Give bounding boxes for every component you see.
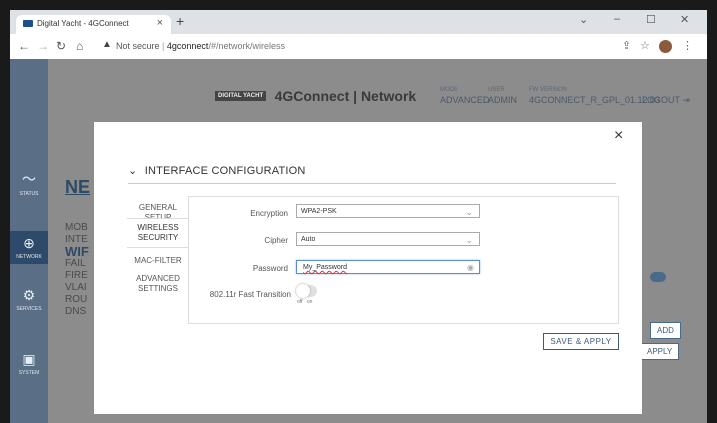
sidebar: 〜 STATUS ⊕ NETWORK ⚙ SERVICES ▣ SYSTEM <box>10 59 48 423</box>
password-label: Password <box>252 264 288 273</box>
background-apply-button: APPLY <box>640 343 680 360</box>
reload-icon[interactable]: ↻ <box>56 39 66 53</box>
home-icon[interactable]: ⌂ <box>76 39 83 53</box>
url-host: 4gconnect <box>166 41 209 51</box>
background-toggle <box>650 272 666 282</box>
sidebar-item-system[interactable]: ▣ SYSTEM <box>10 351 48 376</box>
cipher-label: Cipher <box>264 236 288 245</box>
maximize-button[interactable]: ☐ <box>646 13 656 26</box>
user-info: USER ADMIN <box>488 87 517 105</box>
browser-tab[interactable]: Digital Yacht - 4GConnect × <box>16 15 171 34</box>
chevron-down-icon: ⌄ <box>128 165 138 177</box>
share-icon[interactable]: ⇪ <box>622 39 631 52</box>
section-header[interactable]: ⌄ INTERFACE CONFIGURATION <box>128 164 306 177</box>
tab-mac-filter[interactable]: MAC-FILTER <box>127 256 189 266</box>
window-close-button[interactable]: ✕ <box>680 13 689 26</box>
tab-search-chevron-icon[interactable]: ⌄ <box>579 13 588 26</box>
gear-icon: ⚙ <box>22 287 36 303</box>
sidebar-item-network[interactable]: ⊕ NETWORK <box>10 231 48 264</box>
minimize-button[interactable]: – <box>614 13 620 25</box>
tab-title: Digital Yacht - 4GConnect <box>37 19 129 28</box>
back-icon[interactable]: ← <box>18 39 30 53</box>
fast-transition-label: 802.11r Fast Transition <box>209 290 291 299</box>
tab-wireless-security[interactable]: WIRELESS SECURITY <box>127 218 189 248</box>
security-label: Not secure <box>116 41 160 51</box>
background-add-button: ADD <box>650 322 681 339</box>
sidebar-item-status[interactable]: 〜 STATUS <box>10 169 48 197</box>
background-page-title: NE <box>65 177 91 197</box>
url-path: /#/network/wireless <box>208 41 285 51</box>
sidebar-item-services[interactable]: ⚙ SERVICES <box>10 287 48 312</box>
background-nav-list: MOB INTE WIF FAIL FIRE VLAI ROU DNS <box>65 222 89 317</box>
fast-transition-toggle[interactable] <box>296 284 317 298</box>
eye-icon[interactable]: ◉ <box>467 261 474 275</box>
logout-button[interactable]: LOGOUT ⇥ <box>642 95 690 105</box>
modal-close-button[interactable]: × <box>614 127 623 145</box>
favicon-icon <box>23 20 33 27</box>
menu-kebab-icon[interactable]: ⋮ <box>682 39 693 52</box>
url-field[interactable]: Not secure | 4gconnect/#/network/wireles… <box>116 41 285 51</box>
new-tab-button[interactable]: + <box>176 13 184 29</box>
pulse-icon: 〜 <box>22 171 36 187</box>
tab-close-button[interactable]: × <box>157 17 163 29</box>
bookmark-star-icon[interactable]: ☆ <box>640 39 650 52</box>
cipher-select[interactable]: Auto ⌄ <box>296 232 480 246</box>
password-input[interactable]: My_Password ◉ <box>296 260 480 274</box>
encryption-select[interactable]: WPA2-PSK ⌄ <box>296 204 480 218</box>
save-apply-button[interactable]: SAVE & APPLY <box>543 333 619 350</box>
globe-icon: ⊕ <box>23 235 35 251</box>
tab-strip: Digital Yacht - 4GConnect × + ⌄ – ☐ ✕ <box>10 10 707 34</box>
forward-icon[interactable]: → <box>37 39 49 53</box>
encryption-label: Encryption <box>250 209 288 218</box>
chevron-down-icon: ⌄ <box>465 235 473 245</box>
system-icon: ▣ <box>22 351 36 367</box>
chevron-down-icon: ⌄ <box>465 207 473 217</box>
section-title: INTERFACE CONFIGURATION <box>144 165 306 177</box>
mode-info: MODE ADVANCED <box>440 87 490 105</box>
app-logo: DIGITAL YACHT 4GConnect | Network <box>215 87 416 105</box>
warning-icon[interactable]: ▲ <box>102 39 112 50</box>
section-divider <box>128 183 616 184</box>
toggle-knob <box>296 284 310 298</box>
browser-window: Digital Yacht - 4GConnect × + ⌄ – ☐ ✕ ← … <box>10 10 707 423</box>
tab-advanced-settings[interactable]: ADVANCED SETTINGS <box>127 274 189 294</box>
address-bar: ← → ↻ ⌂ ▲ Not secure | 4gconnect/#/netwo… <box>10 34 707 60</box>
profile-avatar[interactable] <box>659 40 672 53</box>
toggle-state-labels: off on <box>297 299 313 305</box>
fw-info: FW VERSION 4GCONNECT_R_GPL_01.12.03 <box>529 87 661 105</box>
